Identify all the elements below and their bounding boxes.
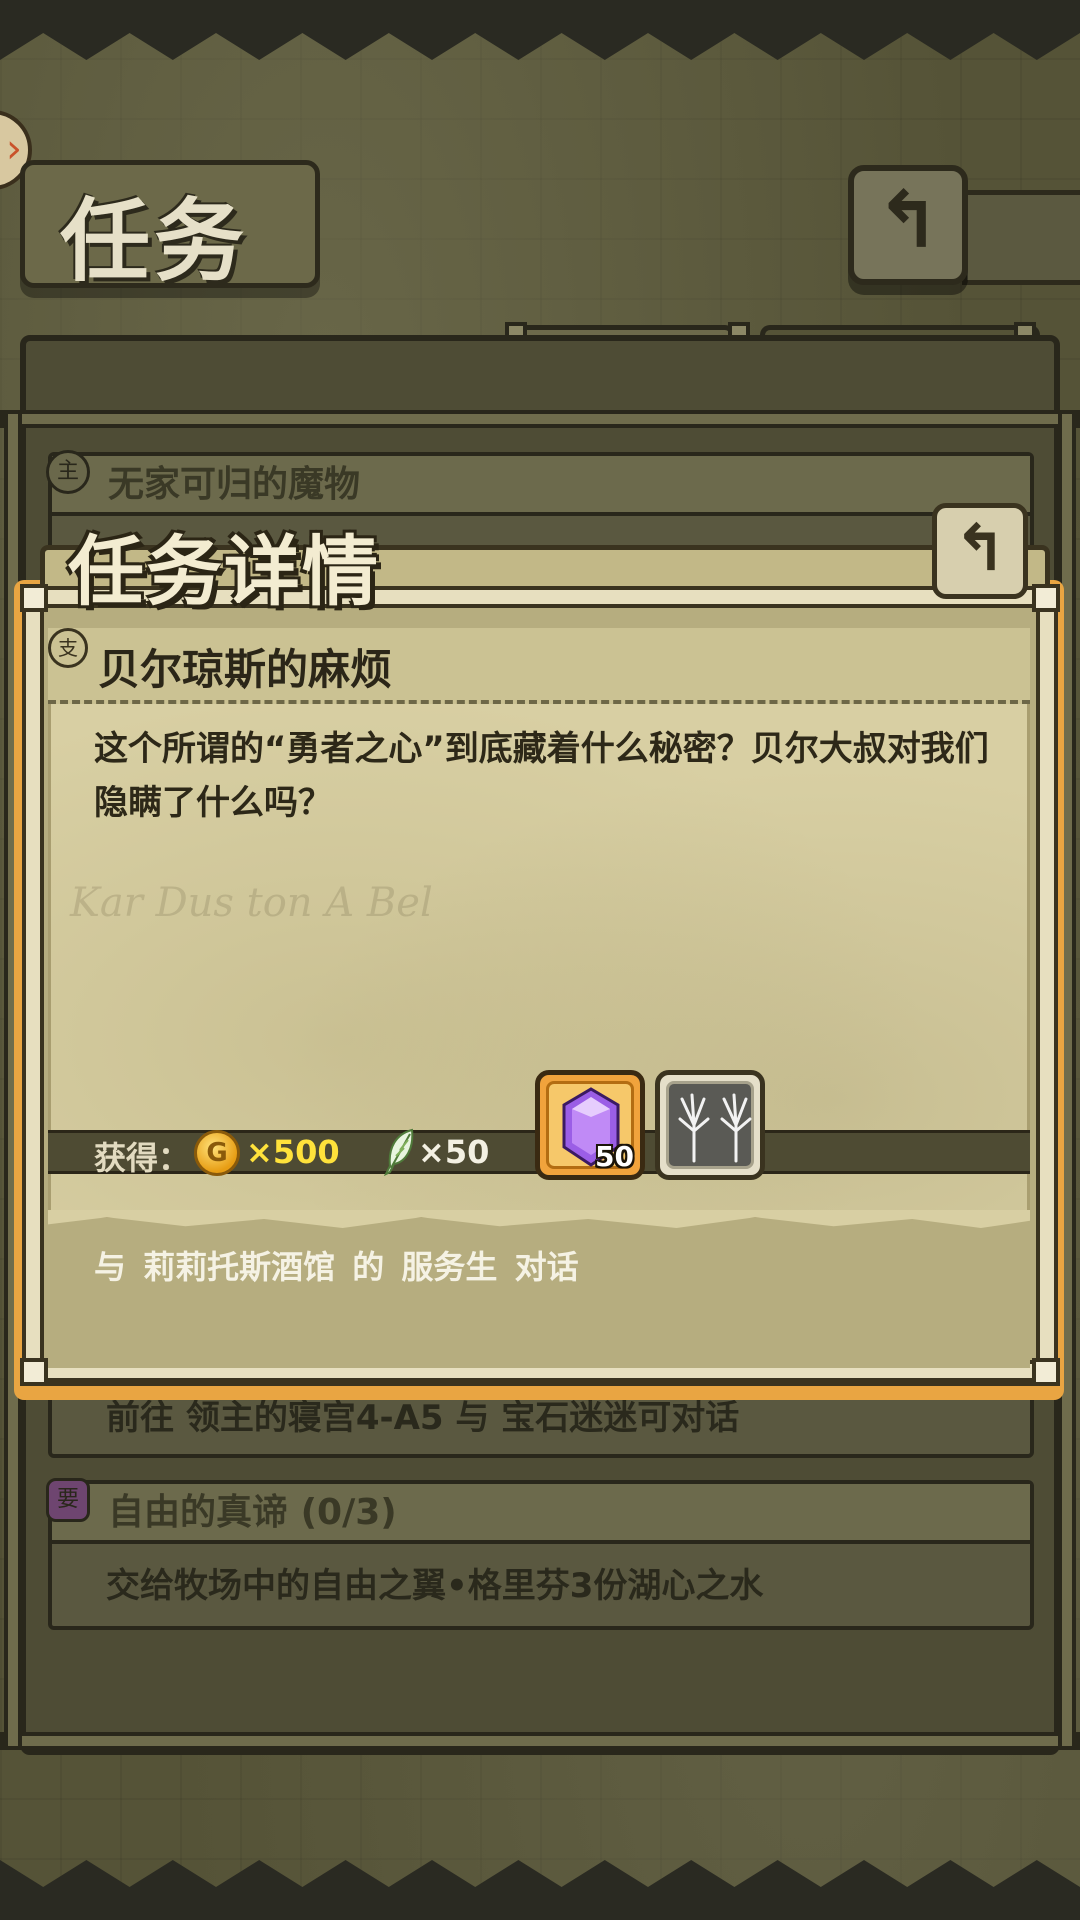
quest-list-item-name: 自由的真谛	[108, 1492, 289, 1533]
rewards-label: 获得：	[94, 1139, 191, 1177]
quest-description: 这个所谓的“勇者之心”到底藏着什么秘密？贝尔大叔对我们隐瞒了什么吗？	[94, 729, 989, 823]
page-title: 任务	[60, 188, 248, 294]
gem-count: 50	[595, 1140, 634, 1173]
frame-bar-right	[1036, 586, 1058, 1382]
detail-title: 任务详情	[68, 527, 380, 616]
silver-claws-icon	[678, 1093, 752, 1163]
quest-list-item[interactable]: 要 自由的真谛 (0/3) 交给牧场中的自由之翼•格里芬3份湖心之水	[46, 1478, 1034, 1630]
reward-item-claws[interactable]	[655, 1070, 765, 1180]
frame-bar-left	[22, 586, 44, 1382]
reward-item-gem[interactable]: 50	[535, 1070, 645, 1180]
frame-corner	[20, 584, 48, 612]
quest-list-item-objective: 交给牧场中的自由之翼•格里芬3份湖心之水	[106, 1566, 764, 1606]
gold-coin-icon: G	[194, 1130, 240, 1176]
quest-objective: 与 莉莉托斯酒馆 的 服务生 对话	[94, 1248, 579, 1286]
return-icon: ↰	[875, 176, 941, 266]
feather-icon	[383, 1128, 414, 1176]
quest-list-item-title: 无家可归的魔物	[52, 456, 1030, 516]
frame-corner	[1032, 584, 1060, 612]
frame-corner	[1032, 1358, 1060, 1386]
feather-amount: ×50	[418, 1133, 490, 1171]
return-icon: ↰	[953, 512, 1007, 586]
quest-name: 贝尔琼斯的麻烦	[98, 645, 393, 694]
detail-back-button[interactable]: ↰	[932, 503, 1028, 599]
frame-corner	[20, 1358, 48, 1386]
panel-rail-bottom	[0, 1732, 1080, 1750]
side-quest-badge-icon: 支	[48, 628, 88, 668]
quest-list-item-progress: (0/3)	[300, 1492, 397, 1533]
objective-area	[48, 1218, 1030, 1368]
panel-rail-top	[0, 410, 1080, 428]
header-back-tail	[962, 190, 1080, 285]
back-button[interactable]: ↰	[848, 165, 968, 285]
map-watermark: Kar Dus ton A Bel	[70, 880, 433, 926]
gold-amount: ×500	[246, 1133, 340, 1171]
side-quest-badge-icon: 要	[46, 1478, 90, 1522]
quest-list-item-title: 自由的真谛 (0/3)	[52, 1484, 1030, 1544]
main-quest-badge-icon: 主	[46, 450, 90, 494]
